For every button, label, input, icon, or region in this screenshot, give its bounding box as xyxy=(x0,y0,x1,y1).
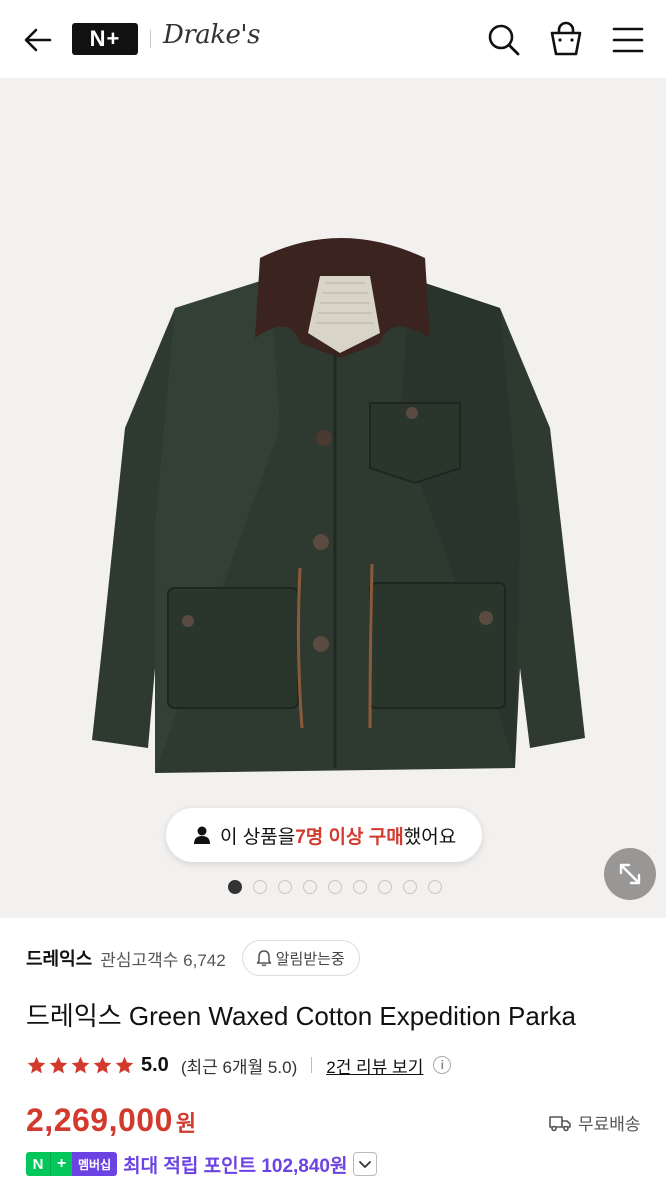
carousel-dot[interactable] xyxy=(278,880,292,894)
recent-rating: (최근 6개월 5.0) xyxy=(180,1057,298,1077)
info-icon[interactable]: i xyxy=(433,1056,452,1074)
price-currency: 원 xyxy=(175,1111,197,1136)
shipping-label: 무료배송 xyxy=(578,1115,641,1134)
brand-logo[interactable]: Drake's xyxy=(163,20,260,50)
points-expand-button[interactable] xyxy=(353,1152,378,1176)
product-title: 드레익스 Green Waxed Cotton Expedition Parka xyxy=(26,1001,576,1031)
badge-plus: + xyxy=(50,1152,72,1176)
chevron-down-icon xyxy=(359,1161,372,1168)
membership-points-row: N + 멤버십 최대 적립 포인트 102,840원 xyxy=(26,1150,378,1178)
brand-row: 드레익스 관심고객수 6,742 알림받는중 xyxy=(26,940,360,976)
carousel-dot[interactable] xyxy=(353,880,367,894)
bell-icon xyxy=(256,950,271,967)
search-icon xyxy=(488,24,520,56)
star-icon xyxy=(71,1056,90,1073)
carousel-dot[interactable] xyxy=(228,880,242,894)
expand-image-button[interactable] xyxy=(604,848,656,900)
shopping-bag-icon xyxy=(550,21,582,56)
carousel-dot[interactable] xyxy=(303,880,317,894)
star-icon xyxy=(115,1056,134,1073)
star-icon xyxy=(93,1056,112,1073)
back-button[interactable] xyxy=(18,20,58,60)
notice-suffix: 했어요 xyxy=(403,826,457,848)
rating-row: 5.0 (최근 6개월 5.0) 2건 리뷰 보기 i xyxy=(26,1052,452,1078)
top-header: N+ Drake's xyxy=(0,0,666,78)
notice-highlight: 7명 이상 구매 xyxy=(295,826,404,848)
carousel-dot[interactable] xyxy=(403,880,417,894)
badge-text: 멤버십 xyxy=(72,1152,118,1176)
price-row: 2,269,000 원 xyxy=(26,1102,196,1139)
price-value: 2,269,000 xyxy=(26,1102,173,1138)
notification-label: 알림받는중 xyxy=(275,950,345,968)
fans-count: 관심고객수 6,742 xyxy=(100,950,226,970)
logo-divider xyxy=(150,30,151,48)
star-rating xyxy=(26,1055,135,1076)
purchase-count-notice: 이 상품을 7명 이상 구매 했어요 xyxy=(166,808,483,862)
delivery-truck-icon xyxy=(549,1115,571,1131)
hamburger-menu-icon xyxy=(612,27,644,53)
badge-n: N xyxy=(26,1152,50,1176)
arrow-left-icon xyxy=(24,28,52,52)
brand-name[interactable]: 드레익스 xyxy=(26,945,92,971)
search-button[interactable] xyxy=(484,20,524,60)
expand-arrows-icon xyxy=(619,863,641,885)
carousel-dot[interactable] xyxy=(428,880,442,894)
menu-button[interactable] xyxy=(608,20,648,60)
cart-button[interactable] xyxy=(546,20,586,60)
carousel-dot[interactable] xyxy=(378,880,392,894)
naver-plus-logo[interactable]: N+ xyxy=(72,23,138,55)
rating-separator xyxy=(311,1057,313,1073)
product-image-jacket xyxy=(92,238,585,773)
shipping-info: 무료배송 xyxy=(548,1110,641,1135)
notification-toggle-button[interactable]: 알림받는중 xyxy=(241,940,360,976)
rating-value: 5.0 xyxy=(141,1053,169,1076)
star-icon xyxy=(27,1056,46,1073)
review-link[interactable]: 2건 리뷰 보기 xyxy=(326,1053,423,1078)
max-points-text: 최대 적립 포인트 102,840원 xyxy=(123,1155,348,1177)
product-image-carousel[interactable]: 이 상품을 7명 이상 구매 했어요 xyxy=(0,78,666,918)
carousel-pagination xyxy=(228,880,442,894)
membership-badge: N + 멤버십 xyxy=(26,1152,118,1176)
carousel-dot[interactable] xyxy=(253,880,267,894)
notice-prefix: 이 상품을 xyxy=(220,826,296,848)
carousel-dot[interactable] xyxy=(328,880,342,894)
person-icon xyxy=(194,826,210,844)
star-icon xyxy=(49,1056,68,1073)
